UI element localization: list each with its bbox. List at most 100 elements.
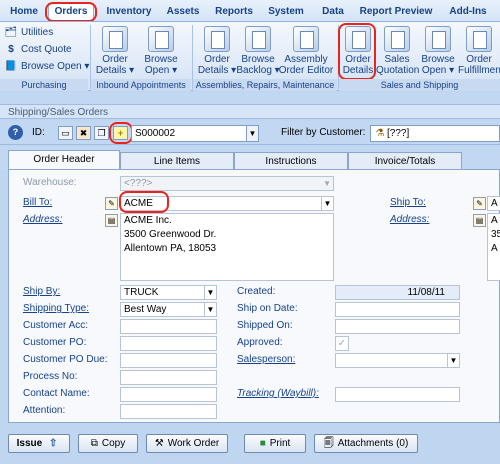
tab-add-ins[interactable]: Add-Ins [444,4,492,20]
ship-on-date-label: Ship on Date: [237,303,298,314]
tab-assets[interactable]: Assets [162,4,204,20]
tab-order-header[interactable]: Order Header [8,150,120,170]
ship-by-field[interactable]: TRUCK ▼ [120,285,217,300]
order-header-panel: Warehouse: <???> ▼ Bill To: ✎ ACME ▼ Add… [8,169,500,423]
customer-lookup-icon[interactable]: ✎ [473,197,486,210]
browse-icon: 📘 [4,61,18,72]
issue-button[interactable]: Issue ⇧ [8,434,70,453]
contact-name-label: Contact Name: [23,388,90,399]
cost-quote-button[interactable]: $ Cost Quote [4,42,71,58]
order-details-icon [204,26,230,52]
print-icon: ■ [259,438,266,449]
chevron-down-icon[interactable]: ▼ [204,303,216,316]
fulfillment-icon [466,26,492,52]
shipping-type-field[interactable]: Best Way ▼ [120,302,217,317]
bill-to-address-box[interactable]: ACME Inc. 3500 Greenwood Dr. Allentown P… [120,213,334,281]
ship-to-label[interactable]: Ship To: [390,196,426,210]
id-toolbar: ? ID: ▭ ✖ ❐ + S000002 ▼ Filter by Custom… [0,121,500,145]
tab-report-preview[interactable]: Report Preview [356,4,436,20]
order-fulfillment-button[interactable]: Order Fulfillment [458,24,500,78]
tracking-label[interactable]: Tracking (Waybill): [237,387,319,401]
inbound-order-details-button[interactable]: Order Details ▾ [92,24,138,78]
sales-quotation-button[interactable]: Sales Quotation [376,24,419,78]
browse-book-icon [148,26,174,52]
tab-invoice-totals[interactable]: Invoice/Totals [348,152,462,169]
list-icon[interactable]: ▭ [58,126,73,140]
filter-customer-field[interactable]: ⚗ [???] [370,125,500,142]
customer-po-label: Customer PO: [23,337,87,348]
tab-home[interactable]: Home [2,4,46,20]
sales-order-details-button[interactable]: Order Details [340,24,376,78]
contact-name-field[interactable] [120,387,217,402]
filter-icon[interactable]: ⚗ [373,126,387,141]
work-order-button[interactable]: ⚒ Work Order [146,434,228,453]
shipping-type-label[interactable]: Shipping Type: [23,302,89,316]
approved-checkbox[interactable]: ✓ [335,336,349,351]
ship-to-field[interactable]: A [487,196,500,211]
print-button[interactable]: ■ Print [244,434,306,453]
customer-acc-label: Customer Acc: [23,320,89,331]
tab-reports[interactable]: Reports [210,4,258,20]
ribbon-gap [0,92,500,104]
browse-backlog-button[interactable]: Browse Backlog ▾ [236,24,280,78]
bill-to-label[interactable]: Bill To: [23,196,52,210]
address-book-icon[interactable]: ▤ [473,214,486,227]
help-icon[interactable]: ? [8,125,23,140]
purchasing-browse-open-button[interactable]: 📘 Browse Open ▾ [4,59,90,75]
warehouse-label: Warehouse: [23,177,77,188]
purchasing-group-label: Purchasing [0,79,88,91]
tab-line-items[interactable]: Line Items [120,152,234,169]
ship-to-address-label: Address: [390,214,430,225]
salesperson-field[interactable]: ▼ [335,353,460,368]
copy-record-icon[interactable]: ❐ [94,126,109,140]
add-new-icon[interactable]: + [113,126,128,140]
customer-po-due-field[interactable] [120,353,217,368]
backlog-icon [245,26,271,52]
chevron-down-icon[interactable]: ▼ [321,197,333,210]
tracking-field[interactable] [335,387,460,402]
approved-label: Approved: [237,337,283,348]
chevron-down-icon[interactable]: ▼ [323,177,331,190]
attention-field[interactable] [120,404,217,419]
warehouse-field[interactable]: <???> ▼ [120,176,334,191]
window-title: Shipping/Sales Orders [0,104,500,119]
delete-icon[interactable]: ✖ [76,126,91,140]
id-value: S000002 [135,128,176,139]
arrow-up-icon: ⇧ [48,438,58,449]
ship-to-address-box[interactable]: A 35 A [487,213,500,281]
dollar-icon: $ [8,44,14,55]
chevron-down-icon[interactable]: ▼ [246,126,258,141]
attachments-button[interactable]: 🗐 Attachments (0) [314,434,418,453]
assemblies-group-label: Assemblies, Repairs, Maintenance [193,79,337,91]
address-book-icon[interactable]: ▤ [105,214,118,227]
shipped-on-field[interactable] [335,319,460,334]
tab-system[interactable]: System [264,4,308,20]
tab-orders[interactable]: Orders [48,3,94,22]
customer-lookup-icon[interactable]: ✎ [105,197,118,210]
assembly-order-details-button[interactable]: Order Details ▾ [196,24,238,78]
customer-acc-field[interactable] [120,319,217,334]
salesperson-label[interactable]: Salesperson: [237,353,295,367]
tab-instructions[interactable]: Instructions [234,152,348,169]
ribbon: 🗂 Utilities $ Cost Quote 📘 Browse Open ▾ Pu… [0,21,500,91]
tab-data[interactable]: Data [316,4,350,20]
id-label: ID: [32,127,45,138]
id-combo[interactable]: S000002 ▼ [131,125,259,142]
ship-on-date-field[interactable] [335,302,460,317]
ship-by-label[interactable]: Ship By: [23,285,60,299]
order-details-icon [345,26,371,52]
inbound-browse-open-button[interactable]: Browse Open ▾ [138,24,184,78]
tab-inventory[interactable]: Inventory [100,4,158,20]
utilities-button[interactable]: 🗂 Utilities [4,25,54,41]
sales-group-label: Sales and Shipping [339,79,500,91]
assembly-order-editor-button[interactable]: Assembly Order Editor [278,24,334,78]
bill-to-field[interactable]: ACME ▼ [120,196,334,211]
chevron-down-icon[interactable]: ▼ [447,354,459,367]
sales-browse-open-button[interactable]: Browse Open ▾ [418,24,458,78]
chevron-down-icon[interactable]: ▼ [204,286,216,299]
shipped-on-label: Shipped On: [237,320,293,331]
customer-po-field[interactable] [120,336,217,351]
inbound-group-label: Inbound Appointments [91,79,191,91]
process-no-field[interactable] [120,370,217,385]
copy-button[interactable]: ⧉ Copy [78,434,138,453]
